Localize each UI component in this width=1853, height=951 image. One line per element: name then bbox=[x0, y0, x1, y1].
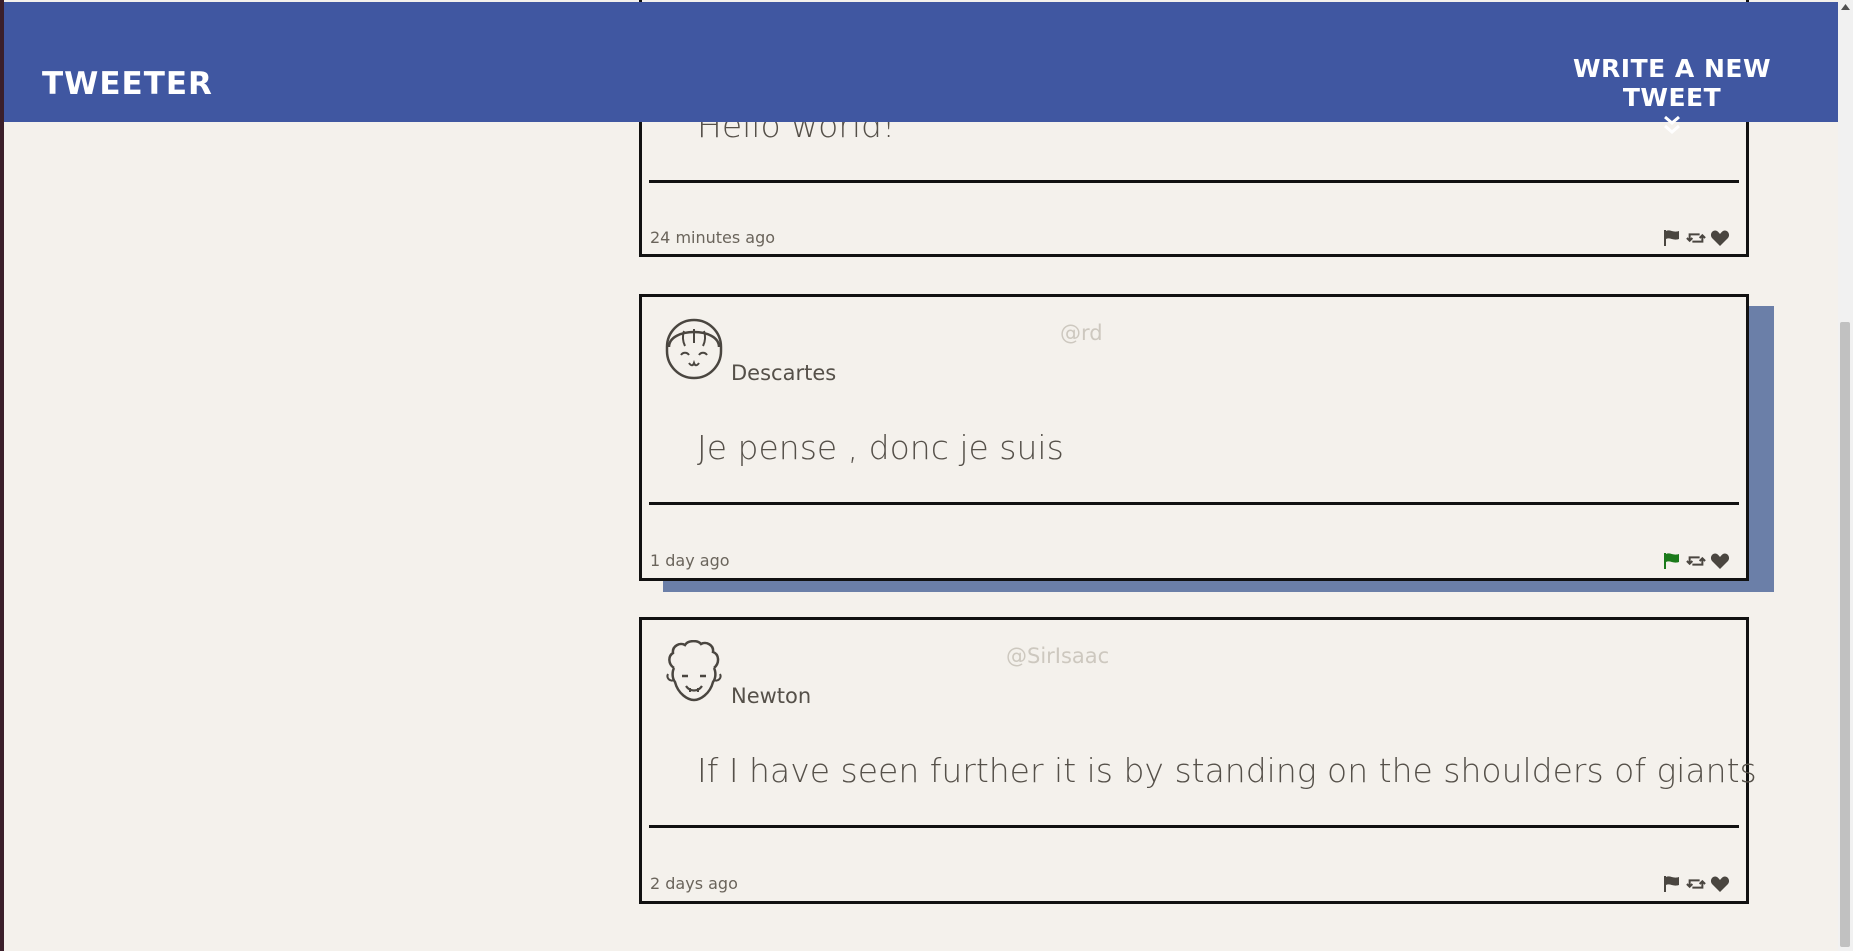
heart-icon[interactable] bbox=[1710, 875, 1730, 893]
tweet-card[interactable]: @rd Descartes Je pense , donc je suis 1 … bbox=[639, 294, 1774, 594]
tweet-actions bbox=[1662, 552, 1730, 570]
scroll-up-arrow-icon[interactable] bbox=[1840, 3, 1851, 11]
tweet-card: @SirIsaac Newton If I have seen further … bbox=[639, 617, 1757, 904]
tweet-timestamp: 2 days ago bbox=[650, 874, 738, 893]
tweet-divider bbox=[649, 180, 1739, 183]
retweet-icon[interactable] bbox=[1686, 229, 1706, 247]
tweet-content: Je pense , donc je suis bbox=[697, 428, 1064, 467]
tweet-content: If I have seen further it is by standing… bbox=[697, 751, 1757, 790]
retweet-icon[interactable] bbox=[1686, 875, 1706, 893]
scrollbar-thumb[interactable] bbox=[1840, 322, 1850, 947]
compose-label: WRITE A NEW TWEET bbox=[1572, 54, 1772, 112]
tweet-author-name: Newton bbox=[731, 684, 812, 708]
heart-icon[interactable] bbox=[1710, 229, 1730, 247]
window-edge bbox=[0, 0, 4, 951]
tweet-handle: @SirIsaac bbox=[1006, 644, 1110, 668]
flag-icon[interactable] bbox=[1662, 552, 1682, 570]
tweet-timestamp: 24 minutes ago bbox=[650, 228, 776, 247]
flag-icon[interactable] bbox=[1662, 229, 1682, 247]
tweet-divider bbox=[649, 502, 1739, 505]
flag-icon[interactable] bbox=[1662, 875, 1682, 893]
retweet-icon[interactable] bbox=[1686, 552, 1706, 570]
girl-avatar-icon bbox=[665, 318, 723, 380]
tweet-timestamp: 1 day ago bbox=[650, 551, 730, 570]
tweet-author-name: Descartes bbox=[731, 361, 837, 385]
curly-hair-avatar-icon bbox=[666, 640, 722, 702]
page: Hello world! 24 minutes ago @rd Descarte… bbox=[0, 0, 1853, 951]
double-chevron-down-icon bbox=[1664, 115, 1680, 134]
tweet-handle: @rd bbox=[1060, 321, 1103, 345]
tweet-body: @SirIsaac Newton If I have seen further … bbox=[639, 617, 1757, 904]
brand-logo-text[interactable]: TWEETER bbox=[42, 66, 213, 102]
tweet-actions bbox=[1662, 229, 1730, 247]
tweet-divider bbox=[649, 825, 1739, 828]
heart-icon[interactable] bbox=[1710, 552, 1730, 570]
write-new-tweet-button[interactable]: WRITE A NEW TWEET bbox=[1542, 54, 1802, 136]
tweet-actions bbox=[1662, 875, 1730, 893]
tweet-body: @rd Descartes Je pense , donc je suis 1 … bbox=[639, 294, 1749, 581]
top-navbar: TWEETER WRITE A NEW TWEET bbox=[4, 2, 1838, 134]
